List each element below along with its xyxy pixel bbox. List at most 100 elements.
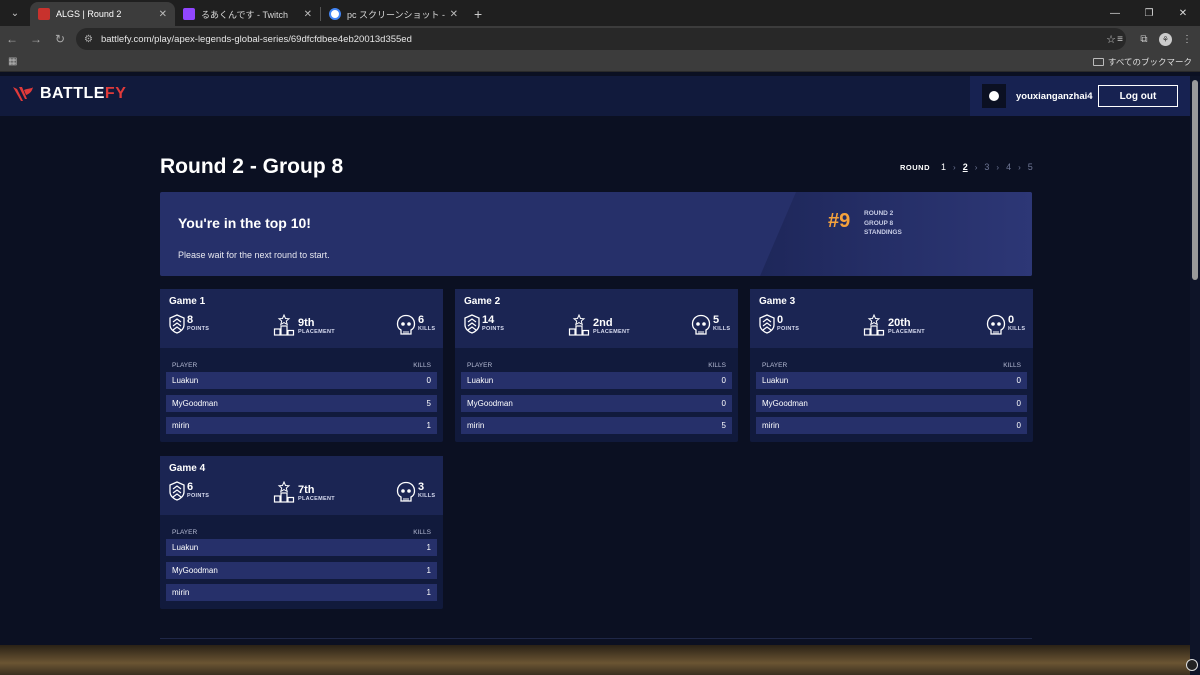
round-link-2[interactable]: 2 — [963, 162, 968, 172]
player-name[interactable]: mirin — [467, 421, 484, 430]
media-control-icon[interactable]: ≡ — [1111, 30, 1129, 48]
banner-subtext: Please wait for the next round to start. — [178, 250, 330, 260]
tab-search-icon[interactable]: ⌄ — [4, 2, 26, 24]
points-caption: POINTS — [482, 326, 505, 332]
extension-corner-icon[interactable] — [1186, 659, 1198, 671]
game-card-3: Game 3 0 POINTS 20th PLACEMENT 0 KILLS P… — [750, 289, 1033, 442]
kills-value: 0 — [1008, 314, 1015, 326]
placement-stat: 2nd PLACEMENT — [568, 314, 630, 336]
player-kills: 0 — [721, 376, 726, 385]
table-row: MyGoodman 0 — [461, 394, 732, 412]
player-kills: 5 — [426, 398, 431, 408]
points-value: 6 — [187, 481, 194, 493]
player-name[interactable]: MyGoodman — [172, 399, 218, 408]
close-tab-icon[interactable]: ✕ — [159, 9, 167, 20]
points-stat: 14 POINTS — [464, 314, 504, 334]
game-card-2: Game 2 14 POINTS 2nd PLACEMENT 5 KILLS P… — [455, 289, 738, 442]
column-header-player: PLAYER — [172, 361, 198, 369]
table-row: mirin 1 — [166, 417, 437, 434]
player-kills: 0 — [1016, 376, 1021, 385]
kills-caption: KILLS — [713, 326, 731, 332]
google-favicon-icon — [329, 8, 341, 20]
banner-heading: You're in the top 10! — [178, 215, 311, 231]
profile-icon[interactable]: ⚘ — [1159, 32, 1172, 46]
back-icon[interactable]: ← — [0, 32, 24, 46]
apps-grid-icon[interactable]: ▦ — [8, 56, 17, 67]
logo-text: BATTLE — [40, 85, 105, 102]
column-header-player: PLAYER — [467, 361, 493, 369]
game-summary: Game 4 6 POINTS 7th PLACEMENT 3 KILLS — [160, 456, 443, 515]
player-name[interactable]: mirin — [762, 421, 779, 430]
all-bookmarks-button[interactable]: すべてのブックマーク — [1092, 56, 1192, 68]
table-header: PLAYER KILLS — [166, 525, 437, 539]
game-card-1: Game 1 8 POINTS 9th PLACEMENT 6 KILLS PL… — [160, 289, 443, 442]
player-name[interactable]: mirin — [172, 421, 189, 430]
placement-stat: 7th PLACEMENT — [273, 481, 335, 503]
chevron-right-icon: › — [953, 162, 956, 172]
player-name[interactable]: MyGoodman — [467, 399, 513, 408]
restore-icon[interactable]: ❐ — [1132, 0, 1166, 26]
footer-divider — [160, 638, 1032, 639]
battlefy-logo[interactable]: BATTLEFY — [12, 85, 126, 103]
game-title: Game 2 — [464, 296, 501, 307]
page-scrollbar[interactable] — [1190, 76, 1200, 675]
player-name[interactable]: mirin — [172, 588, 189, 597]
all-bookmarks-label: すべてのブックマーク — [1107, 57, 1192, 67]
address-bar[interactable]: ⚙ battlefy.com/play/apex-legends-global-… — [76, 28, 1126, 50]
minimize-icon[interactable]: — — [1098, 0, 1132, 26]
player-kills: 0 — [721, 398, 726, 408]
game-title: Game 3 — [759, 296, 796, 307]
close-window-icon[interactable]: ✕ — [1166, 0, 1200, 26]
player-table: PLAYER KILLS Luakun 0 MyGoodman 5 mirin … — [160, 348, 443, 442]
table-rows: Luakun 0 MyGoodman 0 mirin 0 — [756, 372, 1027, 434]
avatar[interactable] — [982, 84, 1006, 108]
site-info-icon[interactable]: ⚙ — [84, 34, 93, 45]
window-controls: — ❐ ✕ — [1098, 0, 1200, 26]
status-banner: You're in the top 10! Please wait for th… — [160, 192, 1032, 276]
kills-stat: 5 KILLS — [691, 314, 730, 336]
logo-text-accent: FY — [104, 85, 127, 102]
table-row: Luakun 0 — [166, 372, 437, 389]
standing-round: ROUND 2 — [864, 210, 894, 217]
placement-caption: PLACEMENT — [593, 329, 630, 335]
scrollbar-thumb[interactable] — [1192, 80, 1198, 280]
table-header: PLAYER KILLS — [461, 358, 732, 372]
browser-tab-algs[interactable]: ALGS | Round 2 ✕ — [30, 2, 175, 26]
skull-icon — [396, 314, 416, 336]
round-link-4[interactable]: 4 — [1006, 162, 1011, 172]
browser-tab-google[interactable]: pc スクリーンショット - Google 検索 ✕ — [321, 2, 466, 26]
logout-button[interactable]: Log out — [1098, 85, 1178, 107]
new-tab-icon[interactable]: + — [474, 6, 482, 22]
round-link-1[interactable]: 1 — [941, 162, 946, 172]
placement-value: 2nd — [593, 317, 613, 329]
player-name[interactable]: Luakun — [762, 376, 788, 385]
podium-icon — [273, 481, 295, 503]
player-name[interactable]: Luakun — [172, 376, 198, 385]
username[interactable]: youxianganzhai4 — [1016, 91, 1093, 102]
player-name[interactable]: MyGoodman — [762, 399, 808, 408]
round-link-5[interactable]: 5 — [1028, 162, 1033, 172]
close-tab-icon[interactable]: ✕ — [304, 9, 312, 20]
folder-icon — [1092, 58, 1104, 66]
close-tab-icon[interactable]: ✕ — [450, 9, 458, 20]
points-caption: POINTS — [187, 493, 210, 499]
points-value: 8 — [187, 314, 194, 326]
table-row: MyGoodman 0 — [756, 394, 1027, 412]
user-panel: youxianganzhai4 Log out — [970, 76, 1190, 116]
player-name[interactable]: MyGoodman — [172, 566, 218, 575]
forward-icon[interactable]: → — [24, 32, 48, 46]
column-header-kills: KILLS — [413, 528, 431, 536]
player-name[interactable]: Luakun — [467, 376, 493, 385]
table-rows: Luakun 1 MyGoodman 1 mirin 1 — [166, 539, 437, 601]
extensions-icon[interactable]: ⧉ — [1135, 30, 1153, 48]
points-stat: 0 POINTS — [759, 314, 799, 334]
kills-stat: 3 KILLS — [396, 481, 435, 503]
menu-kebab-icon[interactable]: ⋮ — [1178, 30, 1196, 48]
browser-tab-twitch[interactable]: るあくんです - Twitch ✕ — [175, 2, 320, 26]
reload-icon[interactable]: ↻ — [48, 32, 72, 46]
player-table: PLAYER KILLS Luakun 0 MyGoodman 0 mirin … — [455, 348, 738, 442]
points-shield-icon — [759, 314, 775, 334]
round-link-3[interactable]: 3 — [984, 162, 989, 172]
game-summary: Game 3 0 POINTS 20th PLACEMENT 0 KILLS — [750, 289, 1033, 348]
player-name[interactable]: Luakun — [172, 543, 198, 552]
